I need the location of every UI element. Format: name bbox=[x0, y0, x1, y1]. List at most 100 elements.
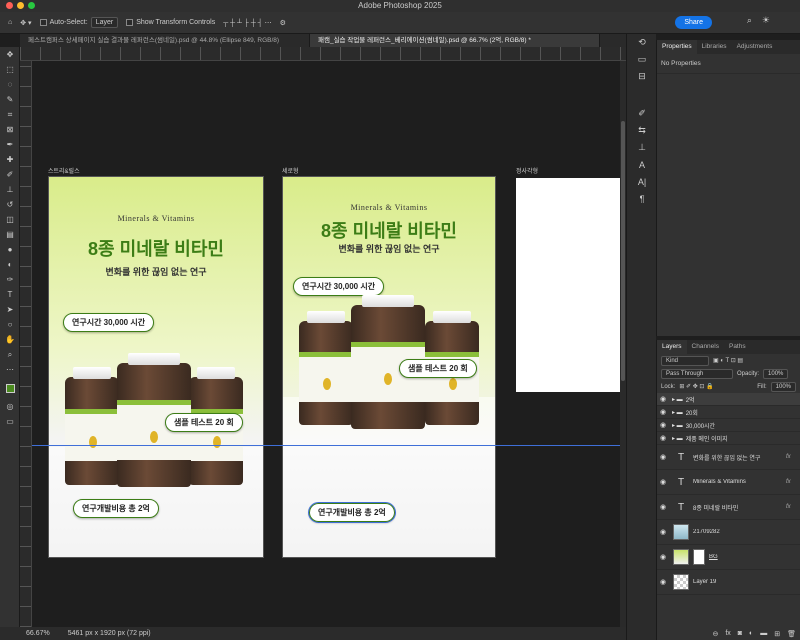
stamp-source-icon[interactable]: ⊥ bbox=[627, 139, 657, 156]
artboard-2-label[interactable]: 세로형 bbox=[282, 166, 299, 175]
mask-icon[interactable]: ◙ bbox=[738, 630, 742, 637]
visibility-eye-icon[interactable]: ◉ bbox=[657, 528, 669, 536]
crop-icon[interactable]: ⌗ bbox=[0, 107, 20, 122]
adjust-icon[interactable]: ⇆ bbox=[627, 122, 657, 139]
visibility-eye-icon[interactable]: ◉ bbox=[657, 434, 669, 442]
minimize-window-icon[interactable] bbox=[17, 2, 24, 9]
visibility-eye-icon[interactable]: ◉ bbox=[657, 478, 669, 486]
layer-row[interactable]: ◉ T 변화를 위한 끊임 없는 연구 fx bbox=[657, 445, 800, 470]
visibility-eye-icon[interactable]: ◉ bbox=[657, 421, 669, 429]
tab-document-1[interactable]: 페스트캠퍼스 상세페이지 실습 결과물 레퍼런스(썸네일).psd @ 44.8… bbox=[20, 34, 310, 47]
fx-icon[interactable]: fx bbox=[725, 630, 730, 637]
foreground-color-swatch[interactable] bbox=[5, 383, 15, 393]
new-layer-icon[interactable]: ⊞ bbox=[774, 630, 780, 638]
eyedropper-icon[interactable]: ✒ bbox=[0, 137, 20, 152]
group-icon[interactable]: ▬ bbox=[760, 630, 767, 637]
layer-row[interactable]: ◉ T 8종 미네랄 비타민 fx bbox=[657, 495, 800, 520]
link-icon[interactable]: ⊖ bbox=[712, 630, 718, 638]
tab-layers[interactable]: Layers bbox=[657, 340, 687, 354]
hand-icon[interactable]: ✋ bbox=[0, 332, 20, 347]
canvas[interactable]: 스트리&릴스 Minerals & Vitamins 8종 미네랄 비타민 변화… bbox=[32, 61, 626, 627]
character-style-icon[interactable]: A| bbox=[627, 173, 657, 190]
blur-icon[interactable]: ● bbox=[0, 242, 20, 257]
align-icons[interactable]: ┬ ┼ ┴ ├ ┼ ┤ ⋯ bbox=[223, 19, 271, 27]
healing-icon[interactable]: ✚ bbox=[0, 152, 20, 167]
search-icon[interactable]: ⌕ bbox=[747, 15, 752, 26]
tab-paths[interactable]: Paths bbox=[724, 340, 751, 354]
dodge-icon[interactable]: ◐ bbox=[0, 257, 20, 272]
info-icon[interactable]: ⊟ bbox=[627, 68, 657, 85]
vertical-ruler[interactable] bbox=[20, 61, 32, 627]
visibility-eye-icon[interactable]: ◉ bbox=[657, 395, 669, 403]
artboard-vertical[interactable]: Minerals & Vitamins 8종 미네랄 비타민 변화를 위한 끊임… bbox=[282, 176, 496, 558]
tab-document-2[interactable]: 패캠_실습 작업물 레퍼런스_베리에이션(썸네일).psd @ 66.7% (2… bbox=[310, 34, 600, 47]
stamp-icon[interactable]: ⊥ bbox=[0, 182, 20, 197]
character-icon[interactable]: A bbox=[627, 156, 657, 173]
history-brush-icon[interactable]: ↺ bbox=[0, 197, 20, 212]
tab-adjustments[interactable]: Adjustments bbox=[732, 40, 778, 54]
fill-input[interactable]: 100% bbox=[770, 381, 796, 392]
zoom-window-icon[interactable] bbox=[28, 2, 35, 9]
marquee-icon[interactable]: ⬚ bbox=[0, 62, 20, 77]
object-select-icon[interactable]: ✎ bbox=[0, 92, 20, 107]
effects-icon[interactable]: fx bbox=[786, 454, 800, 460]
artboard-square[interactable] bbox=[516, 178, 622, 392]
eraser-icon[interactable]: ◫ bbox=[0, 212, 20, 227]
brushes-icon[interactable]: ✐ bbox=[627, 105, 657, 122]
layer-row[interactable]: ◉ 21709282 bbox=[657, 520, 800, 545]
layer-row[interactable]: ◉ ▸ ▬ 20회 bbox=[657, 406, 800, 419]
home-icon[interactable]: ⌂ bbox=[8, 19, 12, 26]
auto-select-checkbox[interactable] bbox=[39, 19, 47, 26]
lasso-icon[interactable]: ◌ bbox=[0, 77, 20, 92]
transform-controls-checkbox[interactable] bbox=[126, 19, 134, 26]
move-tool-icon[interactable]: ✥ ▾ bbox=[20, 19, 31, 27]
layer-row[interactable]: ◉ ▸ ▬ 30,000시간 bbox=[657, 419, 800, 432]
visibility-eye-icon[interactable]: ◉ bbox=[657, 578, 669, 586]
shape-icon[interactable]: ○ bbox=[0, 317, 20, 332]
blend-mode-dropdown[interactable]: Pass Through bbox=[661, 368, 733, 379]
kind-filter-dropdown[interactable]: Kind bbox=[661, 355, 709, 366]
auto-select-dropdown[interactable]: Layer bbox=[90, 17, 119, 28]
color-swatches[interactable] bbox=[0, 377, 20, 399]
layer-row[interactable]: ◉ ▸ ▬ 제품 메인 이미지 bbox=[657, 432, 800, 445]
share-button[interactable]: Share bbox=[675, 16, 712, 29]
comments-icon[interactable]: ▭ bbox=[627, 51, 657, 68]
effects-icon[interactable]: fx bbox=[786, 479, 800, 485]
adjustment-icon[interactable]: ◐ bbox=[749, 630, 753, 637]
path-select-icon[interactable]: ➤ bbox=[0, 302, 20, 317]
discover-icon[interactable]: ☀ bbox=[762, 15, 770, 26]
window-controls[interactable] bbox=[6, 2, 35, 9]
delete-icon[interactable]: 🗑 bbox=[787, 630, 796, 638]
history-icon[interactable]: ⟲ bbox=[627, 34, 657, 51]
layer-row[interactable]: ◉ Layer 19 bbox=[657, 570, 800, 595]
filter-icons[interactable]: ▣ ◐ T ⊡ ▤ bbox=[713, 357, 743, 364]
artboard-3-label[interactable]: 정사각형 bbox=[516, 166, 538, 175]
screen-mode-icon[interactable]: ▭ bbox=[0, 414, 20, 429]
tab-properties[interactable]: Properties bbox=[657, 40, 697, 54]
gradient-icon[interactable]: ▤ bbox=[0, 227, 20, 242]
opacity-input[interactable]: 100% bbox=[763, 368, 789, 379]
zoom-level[interactable]: 66.67% bbox=[26, 630, 50, 637]
document-size[interactable]: 5461 px x 1920 px (72 ppi) bbox=[68, 630, 151, 637]
artboard-stories[interactable]: Minerals & Vitamins 8종 미네랄 비타민 변화를 위한 끊임… bbox=[48, 176, 264, 558]
layer-row[interactable]: ◉ T Minerals & Vitamins fx bbox=[657, 470, 800, 495]
close-window-icon[interactable] bbox=[6, 2, 13, 9]
frame-icon[interactable]: ⊠ bbox=[0, 122, 20, 137]
brush-icon[interactable]: ✐ bbox=[0, 167, 20, 182]
visibility-eye-icon[interactable]: ◉ bbox=[657, 503, 669, 511]
effects-icon[interactable]: fx bbox=[786, 504, 800, 510]
tab-libraries[interactable]: Libraries bbox=[697, 40, 732, 54]
visibility-eye-icon[interactable]: ◉ bbox=[657, 553, 669, 561]
pill-development-cost[interactable]: 연구개발비용 총 2억 bbox=[308, 502, 396, 523]
layer-row[interactable]: ◉ ▸ ▬ 2억 bbox=[657, 393, 800, 406]
horizontal-ruler[interactable] bbox=[20, 47, 626, 61]
paragraph-icon[interactable]: ¶ bbox=[627, 190, 657, 207]
tab-channels[interactable]: Channels bbox=[687, 340, 724, 354]
visibility-eye-icon[interactable]: ◉ bbox=[657, 453, 669, 461]
move-icon[interactable]: ✥ bbox=[0, 47, 20, 62]
guide-line[interactable] bbox=[32, 445, 626, 446]
edit-toolbar-icon[interactable]: ⋯ bbox=[0, 362, 20, 377]
type-icon[interactable]: T bbox=[0, 287, 20, 302]
quick-mask-icon[interactable]: ◎ bbox=[0, 399, 20, 414]
artboard-1-label[interactable]: 스트리&릴스 bbox=[48, 166, 80, 175]
